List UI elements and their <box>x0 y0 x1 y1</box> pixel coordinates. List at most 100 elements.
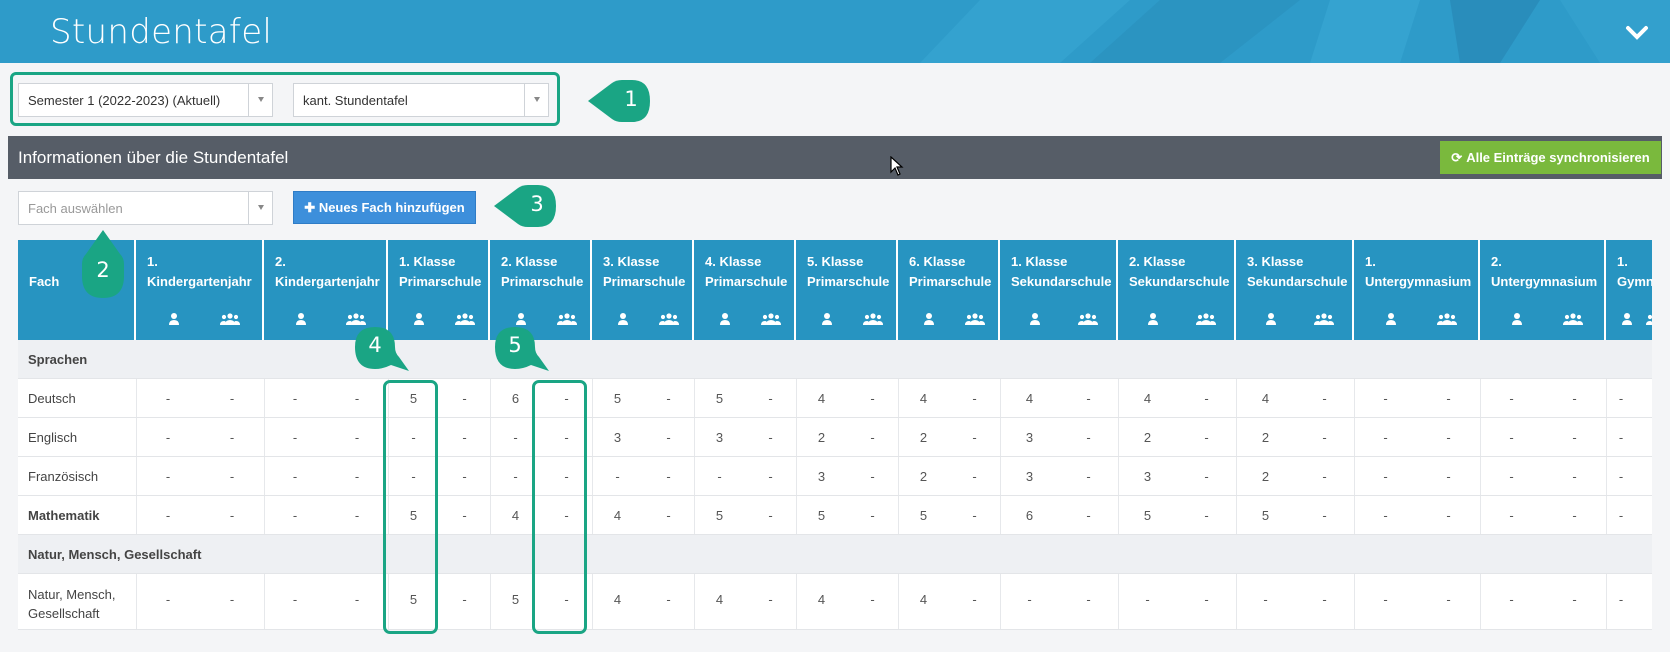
hours-cell[interactable]: - <box>265 391 325 406</box>
group-icon <box>1078 312 1098 326</box>
hours-cell[interactable]: - <box>1059 508 1119 523</box>
hours-cell[interactable]: - <box>1419 508 1479 523</box>
hours-cell[interactable]: - <box>202 469 262 484</box>
hours-cell[interactable]: - <box>1356 391 1416 406</box>
add-subject-button[interactable]: ✚ Neues Fach hinzufügen <box>293 191 476 224</box>
hours-cell[interactable]: - <box>1177 469 1237 484</box>
hours-cell[interactable]: - <box>1591 592 1651 607</box>
column-header-label: Fach <box>29 274 60 289</box>
group-icon <box>965 312 985 326</box>
hours-cell[interactable]: 4 <box>1236 391 1296 406</box>
hours-cell[interactable]: - <box>265 469 325 484</box>
hours-cell[interactable]: - <box>138 592 198 607</box>
hours-cell[interactable]: - <box>265 592 325 607</box>
hours-cell[interactable]: - <box>1177 391 1237 406</box>
hours-cell[interactable]: - <box>202 508 262 523</box>
hours-cell[interactable]: - <box>1356 592 1416 607</box>
hours-cell[interactable]: - <box>1059 430 1119 445</box>
column-header-label: 1. Untergymnasium <box>1365 252 1471 292</box>
hours-cell[interactable]: 3 <box>1000 469 1060 484</box>
hours-cell[interactable]: - <box>327 508 387 523</box>
hours-cell[interactable]: - <box>327 592 387 607</box>
hours-cell[interactable]: - <box>138 391 198 406</box>
column-header-line-1: 5. Klasse <box>807 254 864 269</box>
semester-select[interactable]: Semester 1 (2022-2023) (Aktuell) <box>18 83 273 117</box>
hours-cell[interactable]: 2 <box>1118 430 1178 445</box>
hours-cell[interactable]: - <box>1591 430 1651 445</box>
hours-cell[interactable]: - <box>1059 592 1119 607</box>
chevron-down-icon[interactable] <box>1624 20 1650 44</box>
callout-4: 4 <box>353 325 413 380</box>
hours-cell[interactable]: 2 <box>1236 430 1296 445</box>
table-type-select[interactable]: kant. Stundentafel <box>293 83 549 117</box>
hours-cell[interactable]: - <box>1591 391 1651 406</box>
hours-cell[interactable]: - <box>1177 430 1237 445</box>
hours-cell[interactable]: - <box>1356 430 1416 445</box>
hours-cell[interactable]: - <box>1118 592 1178 607</box>
chevron-down-icon[interactable] <box>248 84 272 116</box>
hours-cell[interactable]: - <box>265 430 325 445</box>
hours-cell[interactable]: - <box>1591 469 1651 484</box>
hours-cell[interactable]: - <box>1482 469 1542 484</box>
hours-cell[interactable]: - <box>945 592 1005 607</box>
hours-cell[interactable]: - <box>1177 508 1237 523</box>
column-header: 6. Klasse Primarschule <box>898 240 1000 340</box>
hours-cell[interactable]: - <box>945 430 1005 445</box>
chevron-down-icon[interactable] <box>248 192 272 224</box>
hours-cell[interactable]: - <box>138 469 198 484</box>
hours-cell[interactable]: - <box>1236 592 1296 607</box>
hours-cell[interactable]: - <box>1419 430 1479 445</box>
hours-cell[interactable]: - <box>265 508 325 523</box>
hours-cell[interactable]: - <box>202 391 262 406</box>
chevron-down-icon[interactable] <box>524 84 548 116</box>
hours-cell[interactable]: 6 <box>1000 508 1060 523</box>
column-header-line-2: Sekundarschule <box>1247 274 1348 289</box>
hours-cell[interactable]: - <box>1177 592 1237 607</box>
hours-cell[interactable]: - <box>1059 391 1119 406</box>
user-icon <box>1510 312 1524 326</box>
user-icon <box>1264 312 1278 326</box>
subject-select[interactable]: Fach auswählen <box>18 191 273 225</box>
callout-number: 5 <box>508 333 522 357</box>
hours-cell[interactable]: 5 <box>1118 508 1178 523</box>
hours-cell[interactable]: 4 <box>1118 391 1178 406</box>
column-header-line-1: 2. <box>275 254 286 269</box>
hours-cell[interactable]: - <box>327 469 387 484</box>
hours-cell[interactable]: - <box>1591 508 1651 523</box>
hours-cell[interactable]: - <box>1295 469 1355 484</box>
hours-cell[interactable]: - <box>1059 469 1119 484</box>
hours-cell[interactable]: - <box>1482 508 1542 523</box>
hours-cell[interactable]: - <box>1419 391 1479 406</box>
hours-cell[interactable]: - <box>1295 430 1355 445</box>
hours-cell[interactable]: - <box>945 391 1005 406</box>
hours-cell[interactable]: 4 <box>1000 391 1060 406</box>
hours-cell[interactable]: - <box>138 430 198 445</box>
hours-cell[interactable]: - <box>945 469 1005 484</box>
hours-cell[interactable]: - <box>1419 592 1479 607</box>
hours-cell[interactable]: - <box>1419 469 1479 484</box>
hours-cell[interactable]: - <box>1295 592 1355 607</box>
hours-cell[interactable]: - <box>202 592 262 607</box>
hours-cell[interactable]: - <box>1295 508 1355 523</box>
hours-cell[interactable]: - <box>1356 469 1416 484</box>
hours-cell[interactable]: - <box>1295 391 1355 406</box>
hours-cell[interactable]: - <box>202 430 262 445</box>
column-header-line-2: Primarschule <box>603 274 686 289</box>
hours-cell[interactable]: 2 <box>1236 469 1296 484</box>
hours-cell[interactable]: - <box>138 508 198 523</box>
sync-all-button[interactable]: ⟳ Alle Einträge synchronisieren <box>1440 141 1661 174</box>
hours-cell[interactable]: - <box>327 391 387 406</box>
hours-cell[interactable]: 3 <box>1000 430 1060 445</box>
hours-cell[interactable]: 3 <box>1118 469 1178 484</box>
hours-cell[interactable]: - <box>945 508 1005 523</box>
hours-cell[interactable]: - <box>1000 592 1060 607</box>
hours-cell[interactable]: - <box>1482 391 1542 406</box>
hours-cell[interactable]: 5 <box>1236 508 1296 523</box>
column-header-line-2: Untergymnasium <box>1365 274 1472 289</box>
hours-cell[interactable]: - <box>1356 508 1416 523</box>
hours-cell[interactable]: - <box>1482 592 1542 607</box>
hours-cell[interactable]: - <box>1482 430 1542 445</box>
hours-cell[interactable]: - <box>327 430 387 445</box>
table-row: Französisch - - - - - - - - - - - -3-2-3-3-2- - - - - - <box>18 457 1652 496</box>
column-header-line-2: Kindergartenjahr <box>147 274 252 289</box>
